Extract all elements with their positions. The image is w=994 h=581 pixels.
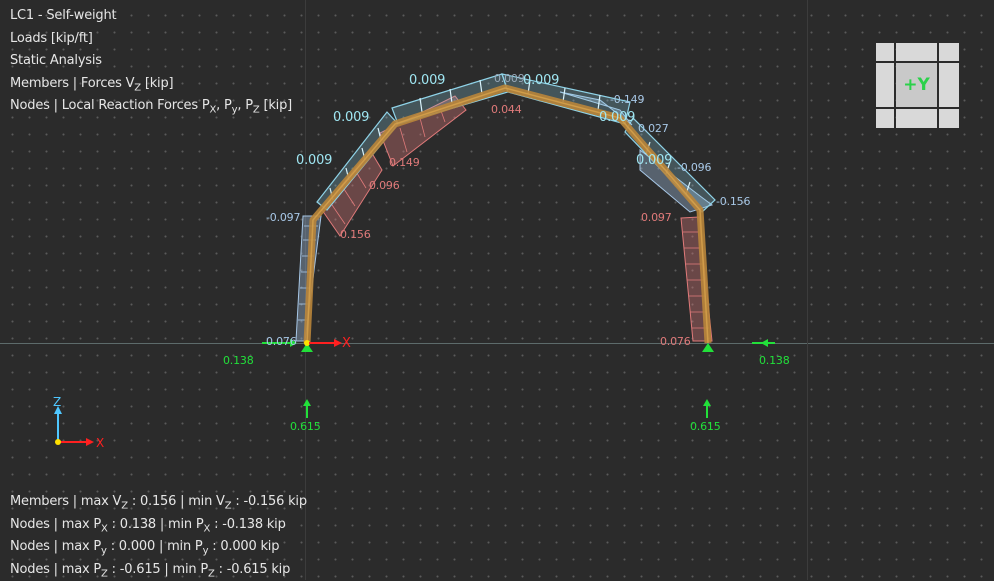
summary-nodes-pz: Nodes | max PZ : -0.615 | min PZ : -0.61… xyxy=(10,559,307,581)
load-label: 0.009 xyxy=(409,70,445,93)
navcube-face-front[interactable]: +Y xyxy=(896,63,937,107)
nodes-reactions-label: Nodes | Local Reaction Forces PX, Py, PZ… xyxy=(10,95,292,118)
load-case-title: LC1 - Self-weight xyxy=(10,5,292,28)
summary-members-vz: Members | max VZ : 0.156 | min VZ : -0.1… xyxy=(10,491,307,514)
shear-label: 0.027 xyxy=(638,118,669,141)
loads-unit: Loads [kip/ft] xyxy=(10,28,292,51)
shear-label: 0.096 xyxy=(369,175,400,198)
reaction-right-px-head-icon xyxy=(761,339,768,347)
navcube-edge-top[interactable] xyxy=(896,43,937,61)
reaction-label: 0.138 xyxy=(223,350,254,373)
load-label: 0.009 xyxy=(636,150,672,173)
reaction-label: 0.615 xyxy=(690,416,721,439)
shear-label: -0.097 xyxy=(266,207,300,230)
navcube-corner[interactable] xyxy=(939,109,959,128)
navcube-edge-right[interactable] xyxy=(939,63,959,107)
navcube-corner[interactable] xyxy=(876,109,894,128)
shear-label: 0.156 xyxy=(340,224,371,247)
load-label: 0.009 xyxy=(523,70,559,93)
navcube-edge-bottom[interactable] xyxy=(896,109,937,128)
shear-label: 0.149 xyxy=(389,152,420,175)
info-panel: LC1 - Self-weight Loads [kip/ft] Static … xyxy=(10,5,292,118)
load-label: 0.009 xyxy=(296,150,332,173)
summary-nodes-py: Nodes | max Py : 0.000 | min Py : 0.000 … xyxy=(10,536,307,559)
analysis-type: Static Analysis xyxy=(10,50,292,73)
support-right-icon xyxy=(702,343,714,352)
local-x-axis-label: X xyxy=(342,333,351,356)
shear-label: 0.076 xyxy=(660,331,691,354)
load-label: 0.009 xyxy=(494,68,525,91)
shear-label: 0.076 xyxy=(266,331,297,354)
shear-label: -0.156 xyxy=(716,191,750,214)
members-forces-label: Members | Forces VZ [kip] xyxy=(10,73,292,96)
reaction-left-pz-head-icon xyxy=(303,399,311,406)
reaction-label: 0.138 xyxy=(759,350,790,373)
global-origin-icon xyxy=(55,439,61,445)
shear-label: 0.044 xyxy=(491,99,522,122)
shear-label: 0.097 xyxy=(641,207,672,230)
reaction-right-pz-head-icon xyxy=(703,399,711,406)
view-navigation-cube[interactable]: +Y xyxy=(876,43,959,128)
navcube-edge-left[interactable] xyxy=(876,63,894,107)
summary-panel: Members | max VZ : 0.156 | min VZ : -0.1… xyxy=(10,491,307,581)
load-label: 0.009 xyxy=(333,107,369,130)
navcube-corner[interactable] xyxy=(876,43,894,61)
reaction-label: 0.615 xyxy=(290,416,321,439)
navcube-corner[interactable] xyxy=(939,43,959,61)
global-x-axis-label: X xyxy=(96,432,104,455)
local-x-axis-arrow-icon xyxy=(334,339,342,347)
shear-label: -0.096 xyxy=(677,157,711,180)
summary-nodes-px: Nodes | max PX : 0.138 | min PX : -0.138… xyxy=(10,514,307,537)
shear-label: -0.149 xyxy=(610,89,644,112)
global-z-axis-label: Z xyxy=(53,391,61,414)
global-x-axis-arrow-icon xyxy=(86,438,94,446)
